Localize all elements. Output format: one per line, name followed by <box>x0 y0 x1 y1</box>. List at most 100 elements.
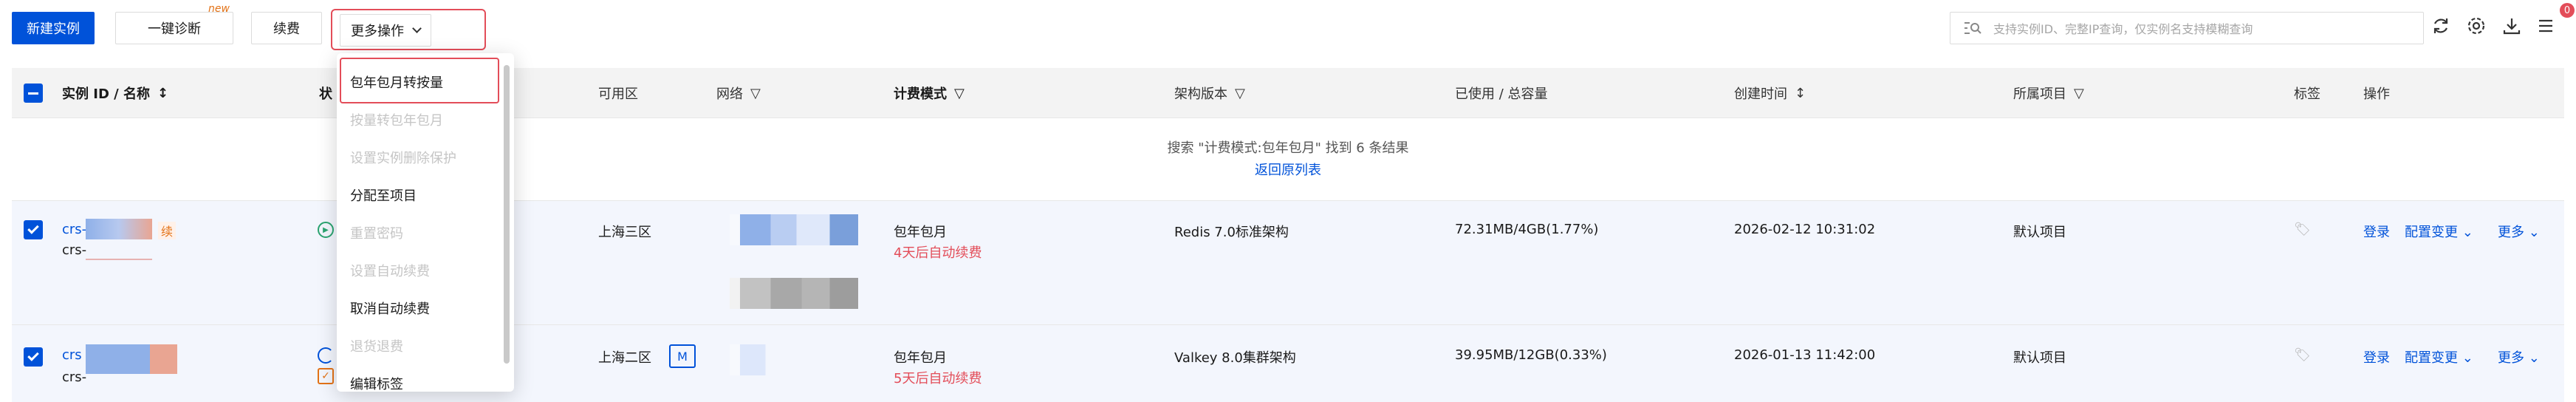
filter-icon[interactable]: ▽ <box>750 86 761 101</box>
refresh-icon[interactable] <box>2430 15 2452 37</box>
auto-renew-hint: 5天后自动续费 <box>894 371 982 386</box>
col-created-label: 创建时间 <box>1734 86 1787 102</box>
menu-item-refund[interactable]: 退货退费 <box>350 336 403 355</box>
login-link[interactable]: 登录 <box>2363 222 2390 241</box>
billing-mode: 包年包月 <box>894 225 947 240</box>
col-instance-label: 实例 ID / 名称 <box>62 86 151 102</box>
menu-item-reset-password[interactable]: 重置密码 <box>350 223 403 242</box>
notification-count-badge: 0 <box>2560 3 2575 18</box>
created-time: 2026-02-12 10:31:02 <box>1734 222 1876 237</box>
menu-item-payg-to-monthly[interactable]: 按量转包年包月 <box>350 110 443 129</box>
sort-icon[interactable]: ↕ <box>1795 86 1806 101</box>
config-change-label: 配置变更 <box>2405 225 2458 240</box>
menu-item-monthly-to-payg[interactable]: 包年包月转按量 <box>350 72 443 92</box>
instance-id-link[interactable]: crs- <box>62 222 86 237</box>
redacted-name <box>86 259 152 260</box>
billing-mode: 包年包月 <box>894 350 947 366</box>
col-project-label: 所属项目 <box>2013 86 2066 102</box>
check-icon <box>27 222 39 234</box>
instance-id-link[interactable]: crs <box>62 347 82 363</box>
config-change-link[interactable]: 配置变更 ⌄ <box>2405 347 2473 367</box>
filter-icon[interactable]: ▽ <box>2074 86 2084 101</box>
new-badge: new <box>208 3 230 15</box>
more-actions-dropdown: 包年包月转按量 按量转包年包月 设置实例删除保护 分配至项目 重置密码 设置自动… <box>337 53 514 392</box>
filter-icon[interactable]: ▽ <box>954 86 965 101</box>
menu-item-set-auto-renew[interactable]: 设置自动续费 <box>350 261 430 280</box>
tag-icon[interactable]: 🏷 <box>2294 222 2311 237</box>
download-icon[interactable] <box>2501 15 2523 37</box>
arch-version: Redis 7.0标准架构 <box>1174 225 1289 240</box>
more-actions-highlight: 更多操作 <box>331 9 486 50</box>
settings-icon[interactable] <box>2465 15 2487 37</box>
toolbar: 新建实例 一键诊断 new 续费 更多操作 支持实例ID、完整IP查询，仅实例名… <box>0 0 2576 56</box>
dropdown-scrollbar[interactable] <box>504 65 510 364</box>
redacted-id <box>86 344 177 374</box>
col-billing-label: 计费模式 <box>894 86 947 102</box>
running-status-icon: ▶ <box>318 222 334 238</box>
created-time: 2026-01-13 11:42:00 <box>1734 347 1876 363</box>
menu-item-delete-protection[interactable]: 设置实例删除保护 <box>350 148 456 167</box>
one-click-diagnose-button[interactable]: 一键诊断 <box>115 12 233 44</box>
loading-status-icon <box>318 347 334 364</box>
project: 默认项目 <box>2013 350 2066 366</box>
search-filter-icon <box>1964 22 1981 34</box>
sort-icon[interactable]: ↕ <box>157 86 168 101</box>
menu-item-assign-project[interactable]: 分配至项目 <box>350 185 417 205</box>
login-link[interactable]: 登录 <box>2363 347 2390 367</box>
indeterminate-icon <box>28 92 38 95</box>
col-network-label: 网络 <box>716 86 743 102</box>
col-created[interactable]: 创建时间 ↕ <box>1734 68 1806 118</box>
col-ops-label: 操作 <box>2363 86 2390 102</box>
col-usage-label: 已使用 / 总容量 <box>1455 86 1548 102</box>
col-status-label: 状 <box>319 86 332 102</box>
redacted-network <box>730 278 858 309</box>
col-tags: 标签 <box>2294 68 2320 118</box>
usage: 72.31MB/4GB(1.77%) <box>1455 222 1599 237</box>
instance-name: crs- <box>62 369 87 385</box>
col-billing: 计费模式 ▽ <box>894 68 965 118</box>
more-link[interactable]: 更多 ⌄ <box>2498 222 2540 241</box>
check-icon <box>27 350 39 361</box>
filter-icon[interactable]: ▽ <box>1235 86 1245 101</box>
col-network: 网络 ▽ <box>716 68 761 118</box>
col-arch: 架构版本 ▽ <box>1174 68 1245 118</box>
more-label: 更多 <box>2498 350 2524 366</box>
redacted-id <box>86 219 152 239</box>
col-usage: 已使用 / 总容量 <box>1455 68 1548 118</box>
more-actions-label: 更多操作 <box>351 24 404 39</box>
col-ops: 操作 <box>2363 68 2390 118</box>
menu-item-edit-tags[interactable]: 编辑标签 <box>350 374 403 392</box>
list-icon[interactable] <box>2535 15 2557 37</box>
master-zone-badge: M <box>669 344 696 368</box>
row-checkbox[interactable] <box>24 347 43 367</box>
col-project: 所属项目 ▽ <box>2013 68 2084 118</box>
more-link[interactable]: 更多 ⌄ <box>2498 347 2540 367</box>
auto-renew-hint: 4天后自动续费 <box>894 245 982 261</box>
search-input[interactable]: 支持实例ID、完整IP查询，仅实例名支持模糊查询 <box>1950 12 2424 44</box>
zone: 上海二区 <box>598 350 651 366</box>
more-actions-button[interactable]: 更多操作 <box>340 14 431 47</box>
redacted-network <box>730 214 858 245</box>
arch-version: Valkey 8.0集群架构 <box>1174 350 1296 366</box>
col-zone: 可用区 <box>598 68 638 118</box>
project: 默认项目 <box>2013 225 2066 240</box>
menu-item-cancel-auto-renew[interactable]: 取消自动续费 <box>350 299 430 318</box>
usage: 39.95MB/12GB(0.33%) <box>1455 347 1607 363</box>
tag-icon[interactable]: 🏷 <box>2294 347 2311 363</box>
renew-button[interactable]: 续费 <box>251 12 322 44</box>
redacted-network <box>730 344 858 375</box>
config-change-link[interactable]: 配置变更 ⌄ <box>2405 222 2473 241</box>
col-zone-label: 可用区 <box>598 86 638 102</box>
instance-name: crs- <box>62 242 87 258</box>
task-status-icon: ✓ <box>318 368 334 384</box>
select-all-checkbox[interactable] <box>24 84 43 103</box>
col-status: 状 <box>319 68 332 118</box>
row-checkbox[interactable] <box>24 220 43 239</box>
create-instance-button[interactable]: 新建实例 <box>12 12 95 44</box>
renew-tag: 续 <box>158 222 177 239</box>
col-instance[interactable]: 实例 ID / 名称 ↕ <box>62 68 168 118</box>
col-arch-label: 架构版本 <box>1174 86 1227 102</box>
config-change-label: 配置变更 <box>2405 350 2458 366</box>
zone: 上海三区 <box>598 225 651 240</box>
search-placeholder: 支持实例ID、完整IP查询，仅实例名支持模糊查询 <box>1993 22 2253 36</box>
